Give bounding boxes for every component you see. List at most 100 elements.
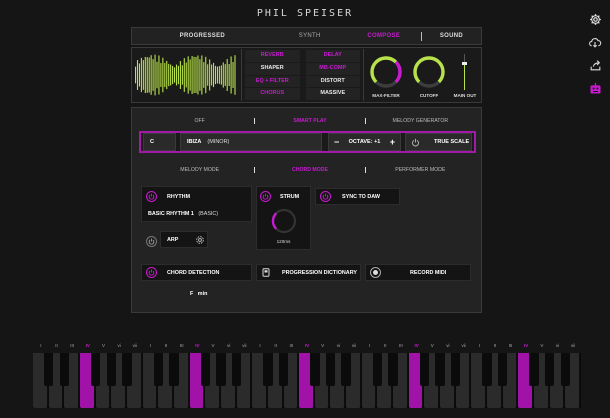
scale-degree-label: IV <box>414 343 419 348</box>
scale-degree-label: IV <box>195 343 200 348</box>
waveform-bar <box>205 56 207 94</box>
tab-melody-mode[interactable]: MELODY MODE <box>145 167 254 173</box>
chord-detection-power-button[interactable] <box>146 267 157 278</box>
true-scale-toggle[interactable]: TRUE SCALE <box>405 133 472 151</box>
black-key[interactable] <box>388 353 398 386</box>
black-key[interactable] <box>200 353 210 386</box>
octave-minus-button[interactable]: − <box>334 137 339 147</box>
black-key[interactable] <box>325 353 336 386</box>
rhythm-power-button[interactable] <box>146 191 157 202</box>
fx-distort-button[interactable]: DISTORT <box>305 75 360 88</box>
scale-degree-label: V <box>211 343 215 348</box>
fx-mbcomp-button[interactable]: MB-COMP <box>305 62 360 75</box>
waveform-bar <box>214 65 217 85</box>
waveform-bar <box>135 66 137 84</box>
cloud-download-icon[interactable] <box>586 33 604 51</box>
scale-degree-label: vii <box>461 343 466 348</box>
strum-knob[interactable] <box>270 207 298 235</box>
tab-compose[interactable]: COMPOSE <box>347 33 421 39</box>
strum-power-button[interactable] <box>260 191 271 202</box>
black-key[interactable] <box>451 353 461 386</box>
black-key[interactable] <box>216 353 226 386</box>
robot-icon[interactable] <box>586 79 604 97</box>
waveform-bar <box>148 57 150 93</box>
detected-chord-quality: min <box>197 291 208 297</box>
scale-select[interactable]: IBIZA (MINOR) <box>180 133 322 151</box>
gear-icon[interactable] <box>586 10 604 28</box>
black-key[interactable] <box>310 353 320 386</box>
share-icon[interactable] <box>586 56 604 74</box>
black-key[interactable] <box>529 353 539 386</box>
tab-sound[interactable]: SOUND <box>422 33 481 39</box>
waveform-bar <box>152 59 154 91</box>
power-icon <box>262 193 269 200</box>
waveform-bar <box>232 62 234 88</box>
waveform-bar <box>154 54 156 96</box>
detected-chord-root: F <box>190 291 194 297</box>
black-key[interactable] <box>263 353 273 386</box>
max-filter-knob[interactable] <box>369 55 403 89</box>
sync-power-button[interactable] <box>320 191 331 202</box>
scale-degree-label: vii <box>242 343 247 348</box>
tab-off[interactable]: OFF <box>145 118 254 124</box>
octave-plus-button[interactable]: + <box>390 137 395 147</box>
black-key[interactable] <box>90 353 101 386</box>
arp-power-button[interactable] <box>146 236 157 247</box>
scale-degree-label: vii <box>132 343 137 348</box>
waveform-bar <box>230 56 232 94</box>
cutoff-knob[interactable] <box>412 55 446 89</box>
black-key[interactable] <box>122 353 132 386</box>
black-key[interactable] <box>544 353 555 386</box>
tab-progressed[interactable]: PROGRESSED <box>132 33 273 39</box>
power-icon <box>322 193 329 200</box>
fx-chorus-button[interactable]: CHORUS <box>245 88 300 100</box>
tab-melody-generator[interactable]: MELODY GENERATOR <box>366 118 475 124</box>
black-key[interactable] <box>482 353 492 386</box>
black-key[interactable] <box>231 353 242 386</box>
record-midi-label: RECORD MIDI <box>410 270 447 276</box>
tab-synth[interactable]: SYNTH <box>273 33 347 39</box>
main-out-slider[interactable] <box>462 54 467 90</box>
waveform-bar <box>209 59 211 91</box>
fx-delay-button[interactable]: DELAY <box>305 50 360 62</box>
waveform-bar <box>220 65 222 85</box>
scale-degree-label: IV <box>524 343 529 348</box>
fx-eqfilter-button[interactable]: EQ + FILTER <box>245 75 300 88</box>
black-key[interactable] <box>498 353 508 386</box>
black-key[interactable] <box>169 353 179 386</box>
black-key[interactable] <box>560 353 571 386</box>
fx-massive-button[interactable]: MASSIVE <box>305 88 360 100</box>
black-key[interactable] <box>435 353 445 386</box>
power-icon <box>148 238 155 245</box>
waveform-bar <box>203 62 205 88</box>
waveform-bar <box>174 67 176 83</box>
waveform-bar <box>162 57 164 93</box>
black-key[interactable] <box>372 353 383 386</box>
fx-reverb-button[interactable]: REVERB <box>245 50 300 62</box>
black-key[interactable] <box>278 353 289 386</box>
black-key[interactable] <box>153 353 163 386</box>
rhythm-preset-select[interactable]: BASIC RHYTHM 1 (BASIC) <box>148 211 218 217</box>
tab-smart-play[interactable]: SMART PLAY <box>255 118 364 124</box>
scale-degree-label: III <box>508 343 513 348</box>
fx-shaper-button[interactable]: SHAPER <box>245 62 300 75</box>
key-select[interactable]: C <box>143 133 176 151</box>
rhythm-preset-type: (BASIC) <box>198 211 219 217</box>
scale-degree-label: vi <box>446 343 450 348</box>
record-icon <box>370 267 381 278</box>
waveform-bar <box>201 55 203 95</box>
scale-name: IBIZA <box>187 139 202 145</box>
scale-degree-label: vii <box>571 343 576 348</box>
black-key[interactable] <box>59 353 69 386</box>
black-key[interactable] <box>419 353 430 386</box>
waveform-bar <box>211 64 213 86</box>
arp-label: ARP <box>167 237 179 243</box>
tab-chord-mode[interactable]: CHORD MODE <box>255 167 364 173</box>
tab-performer-mode[interactable]: PERFORMER MODE <box>366 167 475 173</box>
black-key[interactable] <box>106 353 116 386</box>
black-key[interactable] <box>341 353 351 386</box>
waveform-bar <box>189 59 191 91</box>
scale-degree-label: V <box>101 343 105 348</box>
arp-settings-icon[interactable] <box>195 235 205 245</box>
black-key[interactable] <box>43 353 54 386</box>
